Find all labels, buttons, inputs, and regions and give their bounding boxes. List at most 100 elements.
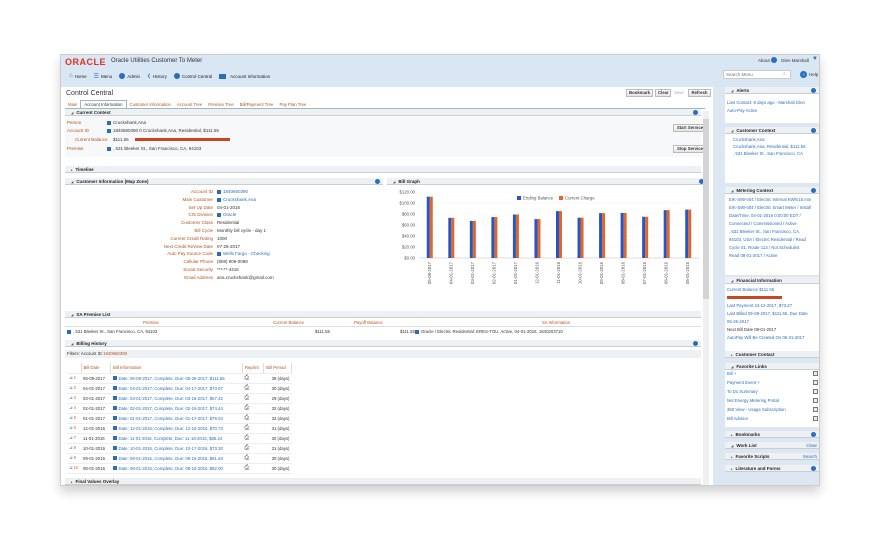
current-balance[interactable]: Current Balance $111.55 [727, 287, 774, 292]
rss-icon[interactable]: ⊿ [69, 455, 73, 460]
gear-icon[interactable] [811, 128, 816, 133]
search-link[interactable]: Search [803, 453, 817, 460]
financial-item[interactable]: Last Payment 24-12-2017, $73.27 [727, 303, 792, 308]
reprint-icon[interactable]: ⎙ [242, 413, 264, 424]
table-row[interactable]: ⊿3 03-01-2017 Date: 03-01-2017, Complete, … [67, 393, 292, 404]
alert-item[interactable]: Auto-Pay Active [727, 108, 757, 113]
rss-icon[interactable]: ⊿ [69, 405, 73, 410]
gear-icon[interactable] [811, 466, 816, 471]
user-menu[interactable]: Glen Marshall [781, 58, 809, 63]
panel-header[interactable]: Bookmarks [725, 431, 819, 438]
nav-menu[interactable]: Menu [101, 74, 112, 79]
metering-item[interactable]: 94103, USA / Electric Residential / Read [729, 237, 806, 242]
metering-item[interactable]: Cycle 01, Route 113 / Not Scheduled [729, 245, 799, 250]
rss-icon[interactable]: ⊿ [69, 385, 73, 390]
help-link[interactable]: Help [809, 72, 818, 77]
tab-pay-plan-tree[interactable]: Pay Plan Tree [276, 101, 309, 108]
gear-icon[interactable] [375, 179, 380, 184]
bar-ending-balance[interactable] [448, 217, 452, 258]
panel-header[interactable]: Work List Clear [725, 442, 819, 449]
bar-current-charge[interactable] [451, 217, 455, 258]
open-link-icon[interactable] [813, 389, 818, 394]
bill-information[interactable]: Date: 08-01-2016, Complete, Due: 08-16-2… [110, 463, 243, 474]
table-row[interactable]: ⊿7 11-01-2016 Date: 11-01-2016, Complete, … [67, 433, 292, 444]
rss-icon[interactable]: ⊿ [69, 425, 73, 430]
premise-cell[interactable]: , 531 Bleeker St., San Francisco, CA, 94… [67, 329, 157, 334]
bar-current-charge[interactable] [559, 211, 562, 258]
final-values-header[interactable]: Final Values Overlay [65, 478, 701, 485]
tab-bill-payment-tree[interactable]: Bill/Payment Tree [237, 101, 277, 108]
tab-customer-information[interactable]: Customer Information [127, 101, 174, 108]
bill-information[interactable]: Date: 09-01-2016, Complete, Due: 09-16-2… [110, 453, 243, 464]
bar-ending-balance[interactable] [577, 217, 581, 258]
reprint-icon[interactable]: ⎙ [242, 393, 264, 404]
search-menu-input[interactable] [723, 70, 791, 79]
bill-information[interactable]: Date: 11-01-2016, Complete, Due: 11-16-2… [110, 433, 243, 444]
tab-account-information[interactable]: Account Information [80, 100, 127, 108]
panel-header[interactable]: Favorite Scripts Search [725, 453, 819, 460]
field-value[interactable]: Cruckshank,Ana [217, 196, 256, 204]
table-row[interactable]: ⊿8 10-01-2016 Date: 10-01-2016, Complete, … [67, 443, 292, 454]
nav-history[interactable]: History [153, 74, 167, 79]
panel-header[interactable]: Customer Context [725, 127, 819, 134]
field-value[interactable]: Wells Fargo - Checking [217, 250, 270, 258]
bill-information[interactable]: Date: 12-01-2016, Complete, Due: 12-16-2… [110, 423, 243, 434]
open-link-icon[interactable] [813, 407, 818, 412]
context-item[interactable]: Cruckshank,Ana, Residential, $111.55 [733, 144, 805, 149]
favorite-link[interactable]: To Do Summary [727, 389, 758, 394]
bar-ending-balance[interactable] [534, 219, 538, 258]
panel-header[interactable]: Literature and Forms [725, 465, 819, 472]
bar-ending-balance[interactable] [556, 211, 559, 258]
rss-icon[interactable]: ⊿ [69, 445, 73, 450]
metering-item[interactable]: Connected / Commissioned / Active [729, 221, 797, 226]
col-bill-information[interactable]: Bill Information [110, 363, 243, 374]
customer-info-header[interactable]: Customer Information (Map Zone) [65, 178, 383, 185]
reprint-icon[interactable]: ⎙ [242, 443, 264, 454]
bill-graph-header[interactable]: Bill Graph [387, 178, 707, 185]
metering-item[interactable]: , 531 Bleeker St., San Francisco, CA, [729, 229, 800, 234]
rss-icon[interactable]: ⊿ [69, 435, 73, 440]
nav-control-central[interactable]: Control Central [182, 74, 212, 79]
refresh-button[interactable]: Refresh [688, 89, 711, 97]
favorite-link[interactable]: Payment Event + [727, 380, 760, 385]
gear-icon[interactable] [811, 188, 816, 193]
bar-current-charge[interactable] [472, 220, 476, 258]
table-row[interactable]: ⊿5 01-01-2017 Date: 01-01-2017, Complete, … [67, 413, 292, 424]
billing-history-header[interactable]: Billing History [65, 340, 701, 347]
panel-header[interactable]: Alerts [725, 87, 819, 94]
reprint-icon[interactable]: ⎙ [242, 433, 264, 444]
reprint-icon[interactable]: ⎙ [242, 373, 264, 384]
field-value[interactable]: 1840660390 [217, 188, 248, 196]
bar-ending-balance[interactable] [426, 196, 430, 258]
table-row[interactable]: ⊿6 12-01-2016 Date: 12-01-2016, Complete, … [67, 423, 292, 434]
rss-icon[interactable]: ⊿ [69, 395, 73, 400]
col-bill-period[interactable]: Bill Period [263, 363, 292, 374]
context-item[interactable]: , 531 Bleeker St., San Francisco, CA [733, 151, 803, 156]
clear-button[interactable]: Clear [655, 89, 671, 97]
bar-current-charge[interactable] [494, 217, 498, 258]
open-link-icon[interactable] [813, 398, 818, 403]
about-link[interactable]: About [758, 58, 770, 63]
reprint-icon[interactable]: ⎙ [242, 403, 264, 414]
context-item[interactable]: Cruckshank,Ana [733, 137, 765, 142]
timeline-header[interactable]: Timeline [65, 166, 701, 173]
favorite-link[interactable]: 360 View - Usage Subscription [727, 407, 786, 412]
main-scrollbar[interactable] [703, 111, 709, 485]
bar-ending-balance[interactable] [685, 209, 689, 258]
bar-ending-balance[interactable] [663, 210, 667, 258]
scrollbar-thumb[interactable] [703, 119, 709, 299]
nav-account-information[interactable]: Account Information [230, 74, 270, 79]
reprint-icon[interactable]: ⎙ [242, 383, 264, 394]
bar-current-charge[interactable] [623, 212, 627, 258]
table-row[interactable]: ⊿1 05-08-2017 Date: 05-08-2017, Complete, … [67, 373, 292, 384]
metering-item[interactable]: Date/Time: 04-01-2016 0:00:00 EDT / [729, 213, 801, 218]
help-icon[interactable]: ? [800, 71, 807, 78]
bar-current-charge[interactable] [645, 216, 649, 258]
bill-information[interactable]: Date: 03-01-2017, Complete, Due: 03-16-2… [110, 393, 243, 404]
bar-current-charge[interactable] [537, 219, 541, 258]
bar-ending-balance[interactable] [642, 216, 646, 258]
tab-account-tree[interactable]: Account Tree [174, 101, 205, 108]
nav-admin[interactable]: Admin [127, 74, 140, 79]
tab-premise-tree[interactable]: Premise Tree [205, 101, 237, 108]
stop-service-button[interactable]: Stop Service [673, 145, 707, 153]
